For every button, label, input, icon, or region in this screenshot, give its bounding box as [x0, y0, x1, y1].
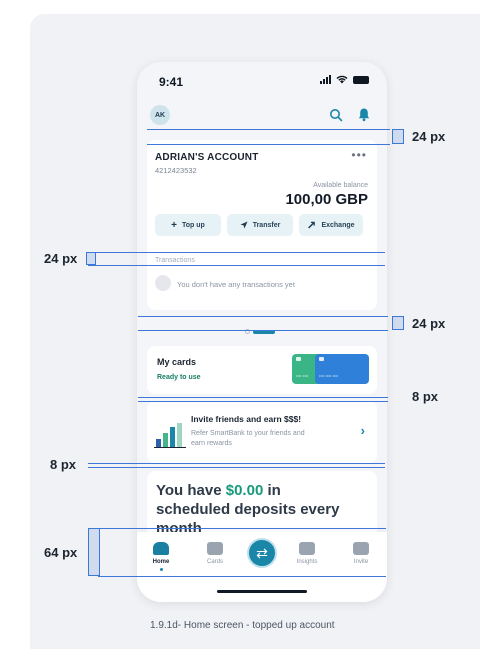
nav-home-label: Home	[152, 559, 170, 565]
exchange-icon	[308, 221, 316, 229]
growth-chart-icon	[154, 423, 186, 448]
spacing-guide-line	[138, 330, 388, 331]
home-icon	[153, 542, 169, 555]
send-icon	[240, 221, 248, 229]
scheduled-deposits-panel[interactable]: You have $0.00 in scheduled deposits eve…	[147, 471, 377, 541]
spacing-label: 64 px	[44, 545, 78, 560]
wallet-icon	[207, 542, 223, 555]
my-cards-title: My cards	[157, 357, 197, 367]
status-bar: 9:41	[137, 62, 387, 98]
deposit-amount: $0.00	[225, 482, 264, 499]
invite-description: Refer SmartBank to your friends and earn…	[191, 430, 305, 447]
insights-icon	[299, 542, 315, 555]
spacing-guide-box	[86, 252, 96, 265]
spacing-guide-box	[88, 528, 100, 576]
more-options-icon[interactable]: •••	[351, 148, 367, 162]
spacing-guide-line	[98, 528, 386, 529]
active-indicator-dot	[159, 568, 163, 571]
exchange-label: Exchange	[321, 221, 355, 229]
account-card[interactable]: ADRIAN'S ACCOUNT 4212423532 ••• Availabl…	[147, 140, 377, 310]
search-icon[interactable]	[329, 108, 343, 122]
transactions-empty-state: You don't have any transactions yet	[177, 280, 295, 289]
nav-home[interactable]: Home	[141, 542, 181, 571]
spacing-guide-line	[88, 463, 385, 464]
spacing-guide-box	[392, 129, 404, 144]
transfer-fab-button[interactable]: ⇄	[247, 538, 277, 568]
nav-cards[interactable]: Cards	[195, 542, 235, 565]
nav-insights-label: Insights	[296, 559, 318, 565]
home-indicator	[217, 590, 307, 593]
plus-icon: +	[171, 219, 178, 231]
spacing-label: 24 px	[44, 251, 78, 266]
nav-cards-label: Cards	[206, 559, 223, 565]
balance-amount: 100,00 GBP	[285, 191, 368, 208]
gift-icon	[353, 542, 369, 555]
invite-title: Invite friends and earn $$$!	[191, 414, 302, 424]
transaction-placeholder-icon	[155, 275, 171, 291]
spacing-guide-line	[88, 265, 385, 266]
transactions-label: Transactions	[155, 257, 195, 264]
spacing-label: 8 px	[412, 389, 439, 404]
status-time: 9:41	[159, 75, 184, 89]
spacing-label: 8 px	[50, 457, 77, 472]
exchange-button[interactable]: Exchange	[299, 214, 363, 236]
deposit-prefix: You have	[156, 482, 222, 499]
my-cards-status: Ready to use	[157, 374, 201, 381]
spacing-guide-line	[138, 316, 388, 317]
spacing-guide-line	[88, 252, 385, 253]
screen-caption: 1.9.1d- Home screen - topped up account	[150, 620, 335, 631]
account-number: 4212423532	[155, 166, 197, 175]
balance-label: Available balance	[313, 182, 368, 189]
spacing-label: 24 px	[412, 316, 446, 331]
wifi-icon	[336, 75, 348, 84]
transfer-arrows-icon: ⇄	[256, 544, 268, 561]
spacing-guide-line	[138, 401, 388, 402]
avatar[interactable]: AK	[150, 105, 170, 125]
spacing-label: 24 px	[412, 129, 446, 144]
spacing-guide-line	[147, 129, 390, 130]
spacing-guide-line	[147, 144, 390, 145]
my-cards-panel[interactable]: My cards Ready to use •••• •••• •••• •••…	[147, 346, 377, 394]
phone-screen: 9:41 AK ADRIAN'S ACCOUNT 4212423532 ••• …	[137, 62, 387, 602]
scheduled-deposits-text: You have $0.00 in scheduled deposits eve…	[156, 481, 356, 538]
bottom-navigation: Home Cards ⇄ Insights Invite	[137, 532, 387, 602]
account-name: ADRIAN'S ACCOUNT	[155, 152, 259, 163]
card-thumbnail-blue: •••• •••• ••••	[315, 354, 369, 384]
spacing-guide-box	[392, 316, 404, 330]
spacing-guide-line	[98, 576, 386, 577]
top-up-label: Top up	[182, 221, 205, 229]
status-icons	[320, 75, 369, 84]
invite-banner[interactable]: Invite friends and earn $$$! Refer Smart…	[147, 401, 377, 463]
nav-invite[interactable]: Invite	[341, 542, 381, 565]
spacing-guide-line	[138, 397, 388, 398]
bell-icon[interactable]	[357, 107, 371, 122]
battery-icon	[353, 75, 369, 84]
nav-insights[interactable]: Insights	[287, 542, 327, 565]
chevron-right-icon[interactable]: ›	[361, 423, 365, 438]
transfer-button[interactable]: Transfer	[227, 214, 293, 236]
top-bar: AK	[137, 102, 387, 132]
account-actions: + Top up Transfer Exchange	[155, 214, 363, 236]
nav-invite-label: Invite	[353, 559, 369, 565]
transfer-label: Transfer	[252, 221, 281, 229]
spacing-guide-line	[88, 467, 385, 468]
top-up-button[interactable]: + Top up	[155, 214, 221, 236]
signal-icon	[320, 75, 331, 84]
